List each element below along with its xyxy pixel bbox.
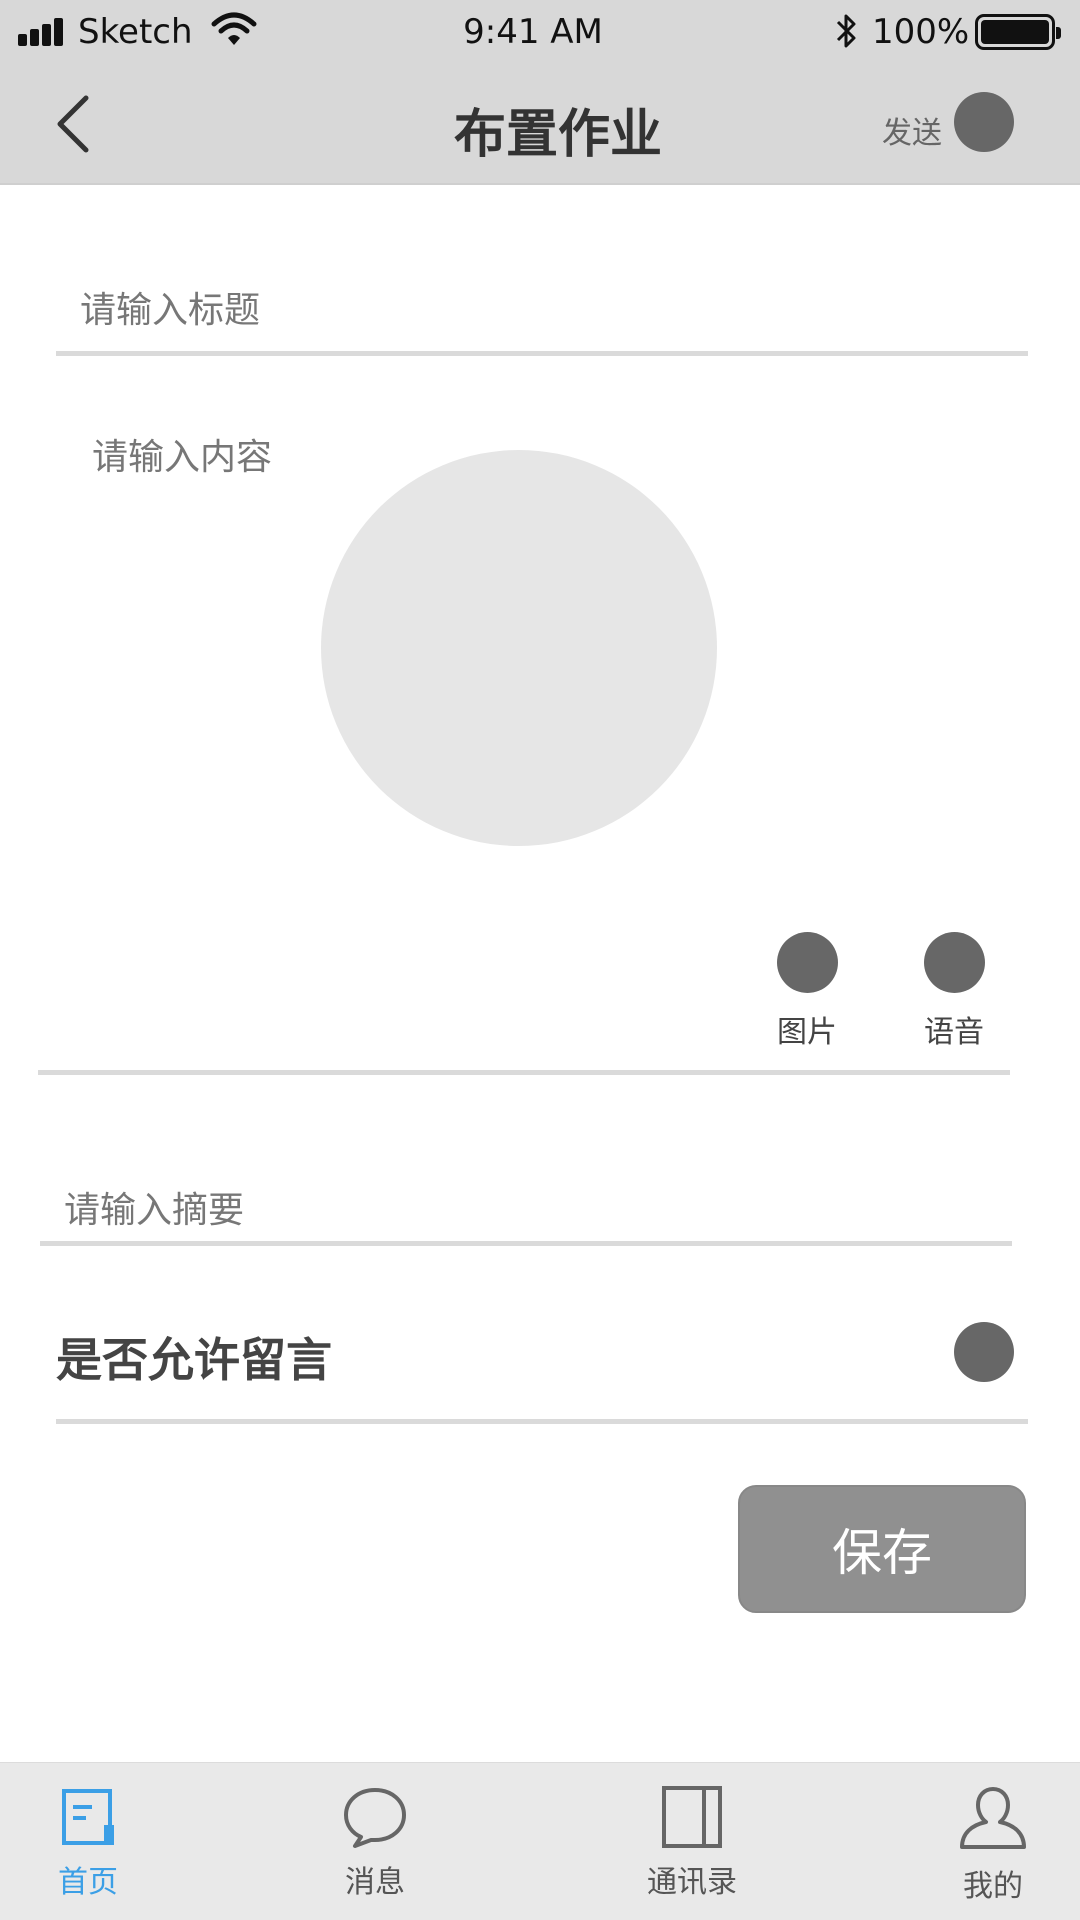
status-bar: Sketch 9:41 AM 100%	[0, 0, 1080, 66]
insert-voice-button[interactable]: 语音	[909, 932, 999, 1051]
chat-bubble-icon	[344, 1788, 406, 1848]
voice-icon	[923, 932, 985, 993]
app-header: Sketch 9:41 AM 100% 布置作业 发送	[0, 0, 1080, 185]
tab-me[interactable]: 我的	[913, 1785, 1073, 1905]
insert-image-button[interactable]: 图片	[762, 932, 852, 1051]
allow-comment-toggle[interactable]	[954, 1322, 1014, 1382]
allow-comment-row: 是否允许留言	[56, 1300, 1028, 1424]
tab-messages-label: 消息	[345, 1865, 405, 1900]
user-icon	[960, 1787, 1026, 1849]
tab-messages[interactable]: 消息	[295, 1785, 455, 1901]
content-editor: 图片 语音	[38, 420, 1010, 1075]
tab-contacts-label: 通讯录	[647, 1865, 737, 1900]
tab-home[interactable]: 首页	[8, 1785, 168, 1901]
allow-comment-label: 是否允许留言	[56, 1333, 332, 1387]
bluetooth-icon	[836, 14, 856, 48]
summary-input[interactable]	[40, 1180, 1012, 1246]
contacts-book-icon	[662, 1786, 722, 1848]
tab-contacts[interactable]: 通讯录	[612, 1785, 772, 1901]
battery-percentage: 100%	[872, 12, 970, 52]
send-label[interactable]: 发送	[882, 108, 942, 152]
home-doc-icon	[62, 1789, 114, 1845]
content-image-placeholder	[321, 450, 717, 846]
insert-image-label: 图片	[777, 1015, 837, 1050]
tab-me-label: 我的	[963, 1869, 1023, 1904]
insert-voice-label: 语音	[924, 1015, 984, 1050]
tab-bar: 首页 消息 通讯录 我的	[0, 1762, 1080, 1920]
title-input[interactable]	[56, 270, 1028, 356]
battery-icon	[975, 14, 1061, 50]
tab-home-label: 首页	[58, 1865, 118, 1900]
save-button[interactable]: 保存	[738, 1485, 1026, 1613]
image-icon	[776, 932, 838, 993]
send-button-icon[interactable]	[954, 92, 1014, 152]
